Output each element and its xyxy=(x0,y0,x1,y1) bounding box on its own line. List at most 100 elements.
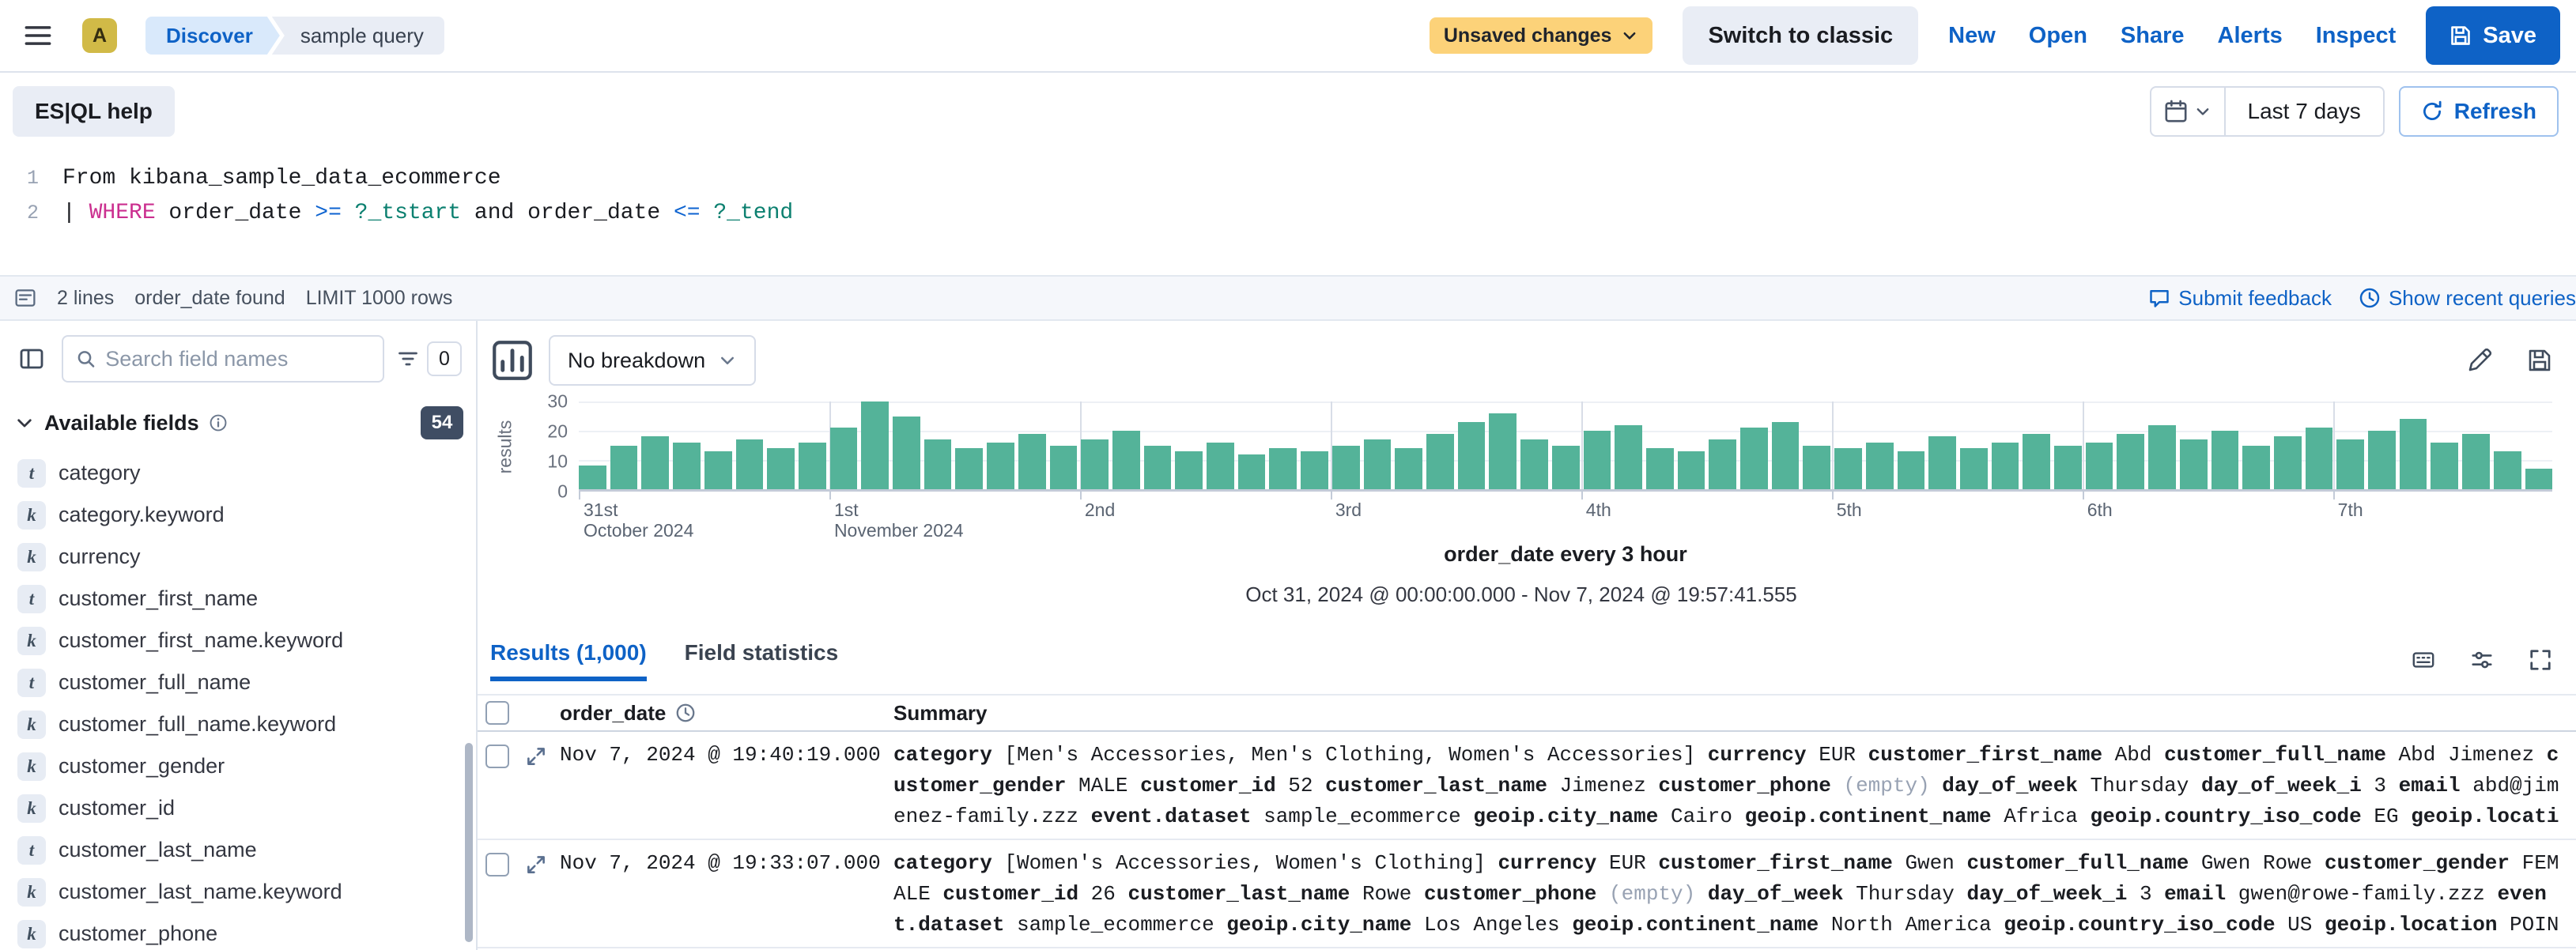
histogram-bar[interactable] xyxy=(987,443,1014,489)
submit-feedback-link[interactable]: Submit feedback xyxy=(2148,286,2332,311)
breadcrumb-discover[interactable]: Discover xyxy=(145,17,280,55)
histogram-bar[interactable] xyxy=(1552,446,1580,490)
nav-link-new[interactable]: New xyxy=(1948,23,1996,49)
histogram-bar[interactable] xyxy=(1960,448,1988,489)
histogram-bar[interactable] xyxy=(1269,448,1297,489)
table-row[interactable]: Nov 7, 2024 @ 19:40:19.000category [Men'… xyxy=(478,732,2576,840)
histogram-bar[interactable] xyxy=(830,428,858,489)
histogram-bar[interactable] xyxy=(1050,446,1078,490)
histogram-bar[interactable] xyxy=(1238,454,1266,489)
histogram-bar[interactable] xyxy=(579,466,606,489)
field-item-currency[interactable]: kcurrency xyxy=(0,536,476,578)
save-button[interactable]: Save xyxy=(2426,6,2560,65)
field-item-customer_last_name[interactable]: tcustomer_last_name xyxy=(0,829,476,871)
save-visualization-icon[interactable] xyxy=(2527,348,2552,373)
order-date-column-header[interactable]: order_date xyxy=(560,701,666,726)
histogram-bar[interactable] xyxy=(1709,439,1736,489)
field-item-customer_phone[interactable]: kcustomer_phone xyxy=(0,913,476,950)
expand-document-icon[interactable] xyxy=(525,745,547,767)
histogram-bar[interactable] xyxy=(2431,443,2458,489)
histogram-bar[interactable] xyxy=(1426,434,1454,489)
histogram-bar[interactable] xyxy=(1678,451,1705,489)
histogram-bar[interactable] xyxy=(2306,428,2333,489)
histogram-bar[interactable] xyxy=(2086,443,2113,489)
table-row[interactable]: Nov 7, 2024 @ 19:33:07.000category [Wome… xyxy=(478,840,2576,948)
histogram-bar[interactable] xyxy=(799,443,826,489)
histogram-bar[interactable] xyxy=(1207,443,1234,489)
histogram-bar[interactable] xyxy=(767,448,795,489)
histogram-bar[interactable] xyxy=(1332,446,1360,490)
nav-link-share[interactable]: Share xyxy=(2121,23,2185,49)
histogram-bar[interactable] xyxy=(2180,439,2208,489)
histogram-bar[interactable] xyxy=(1144,446,1172,490)
field-item-customer_gender[interactable]: kcustomer_gender xyxy=(0,745,476,787)
field-search-input[interactable] xyxy=(105,347,370,371)
histogram-bar[interactable] xyxy=(1175,451,1203,489)
recent-queries-link[interactable]: Show recent queries xyxy=(2359,286,2576,311)
histogram-bar[interactable] xyxy=(736,439,764,489)
histogram-bar[interactable] xyxy=(2212,431,2239,489)
grid-density-icon[interactable] xyxy=(2412,648,2435,672)
nav-link-alerts[interactable]: Alerts xyxy=(2218,23,2283,49)
fullscreen-icon[interactable] xyxy=(2529,648,2552,672)
select-all-checkbox[interactable] xyxy=(485,701,509,725)
histogram-bar[interactable] xyxy=(1928,436,1956,489)
esql-help-button[interactable]: ES|QL help xyxy=(13,86,175,137)
histogram-bar[interactable] xyxy=(1489,413,1517,489)
histogram-bar[interactable] xyxy=(2494,451,2521,489)
histogram-bar[interactable] xyxy=(2462,434,2490,489)
histogram-bar[interactable] xyxy=(955,448,983,489)
display-options-icon[interactable] xyxy=(2470,648,2494,672)
menu-icon[interactable] xyxy=(22,20,54,51)
histogram-bar[interactable] xyxy=(2274,436,2302,489)
summary-column-header[interactable]: Summary xyxy=(893,701,988,725)
histogram-bar[interactable] xyxy=(1803,446,1830,490)
field-item-category[interactable]: tcategory xyxy=(0,452,476,494)
histogram-bar[interactable] xyxy=(704,451,732,489)
row-checkbox[interactable] xyxy=(485,853,509,876)
sidebar-scrollbar[interactable] xyxy=(465,743,473,942)
refresh-button[interactable]: Refresh xyxy=(2399,86,2559,137)
histogram-bar[interactable] xyxy=(2400,419,2427,489)
field-item-customer_first_name[interactable]: tcustomer_first_name xyxy=(0,578,476,620)
tab-results[interactable]: Results (1,000) xyxy=(490,640,647,681)
histogram-bar[interactable] xyxy=(1112,431,1140,489)
breakdown-select[interactable]: No breakdown xyxy=(549,335,756,386)
chevron-down-icon[interactable] xyxy=(14,413,35,433)
histogram-bar[interactable] xyxy=(1364,439,1392,489)
info-icon[interactable] xyxy=(209,413,228,432)
switch-to-classic-button[interactable]: Switch to classic xyxy=(1683,6,1918,65)
histogram-bar[interactable] xyxy=(641,436,669,489)
histogram-bar[interactable] xyxy=(1458,422,1486,489)
tab-field-statistics[interactable]: Field statistics xyxy=(685,640,839,681)
field-filter-button[interactable]: 0 xyxy=(394,341,465,376)
histogram-bar[interactable] xyxy=(2054,446,2082,490)
editor-line[interactable]: 1From kibana_sample_data_ecommerce xyxy=(0,161,2576,196)
date-picker-toggle[interactable] xyxy=(2151,88,2226,135)
histogram-bar[interactable] xyxy=(1834,448,1862,489)
histogram-bar[interactable] xyxy=(2117,434,2144,489)
expand-document-icon[interactable] xyxy=(525,854,547,876)
histogram-bar[interactable] xyxy=(1772,422,1800,489)
nav-link-open[interactable]: Open xyxy=(2029,23,2087,49)
chart-options-icon[interactable] xyxy=(490,338,534,383)
collapse-sidebar-icon[interactable] xyxy=(11,338,52,379)
histogram-bar[interactable] xyxy=(610,446,638,490)
time-range-value[interactable]: Last 7 days xyxy=(2226,99,2383,124)
histogram-bar[interactable] xyxy=(1018,434,1046,489)
histogram-bar[interactable] xyxy=(924,439,952,489)
histogram-bar[interactable] xyxy=(893,417,920,490)
histogram-bar[interactable] xyxy=(1301,451,1328,489)
histogram-bar[interactable] xyxy=(1866,443,1894,489)
histogram-bar[interactable] xyxy=(2023,434,2050,489)
histogram-bar[interactable] xyxy=(1520,439,1548,489)
field-item-category.keyword[interactable]: kcategory.keyword xyxy=(0,494,476,536)
editor-line[interactable]: 2| WHERE order_date >= ?_tstart and orde… xyxy=(0,196,2576,231)
nav-link-inspect[interactable]: Inspect xyxy=(2316,23,2397,49)
histogram-bar[interactable] xyxy=(1992,443,2019,489)
histogram-bar[interactable] xyxy=(673,443,701,489)
histogram-bar[interactable] xyxy=(2368,431,2396,489)
field-item-customer_first_name.keyword[interactable]: kcustomer_first_name.keyword xyxy=(0,620,476,662)
edit-visualization-icon[interactable] xyxy=(2467,348,2492,373)
histogram-bar[interactable] xyxy=(2148,425,2176,489)
